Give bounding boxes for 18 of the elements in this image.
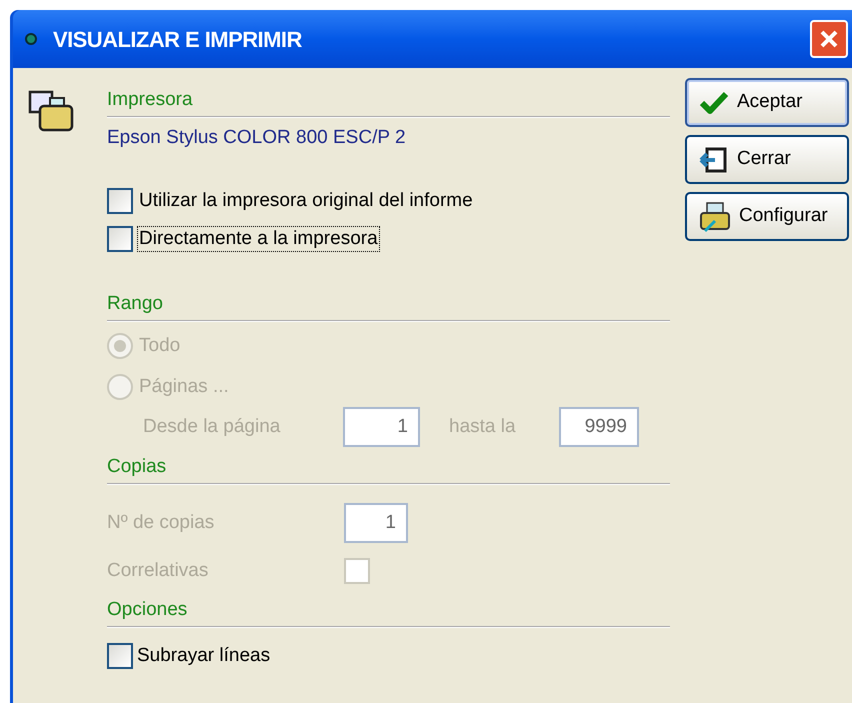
window-title: VISUALIZAR E IMPRIMIR xyxy=(53,26,302,54)
section-heading: Rango xyxy=(107,292,164,316)
field-label: hasta la xyxy=(449,414,517,439)
section-heading: Opciones xyxy=(107,598,188,622)
field-label: Desde la página xyxy=(143,414,282,439)
dialog-button[interactable]: Aceptar xyxy=(685,78,849,127)
dialog-button[interactable]: Configurar xyxy=(685,192,849,241)
field-label: Correlativas xyxy=(107,559,210,583)
dialog-button[interactable]: Cerrar xyxy=(685,135,849,184)
printer-name: Epson Stylus COLOR 800 ESC/P 2 xyxy=(107,126,407,150)
section-heading: Impresora xyxy=(107,88,194,112)
radio-label: Todo xyxy=(139,334,180,358)
radio-label: Páginas ... xyxy=(139,374,229,398)
checkbox-label: Directamente a la impresora xyxy=(137,226,380,252)
checkbox-label: Utilizar la impresora original del informe xyxy=(138,189,474,213)
section-heading: Copias xyxy=(107,455,168,479)
field-label: Nº de copias xyxy=(107,510,216,535)
checkbox-label: Subrayar líneas xyxy=(137,644,270,668)
